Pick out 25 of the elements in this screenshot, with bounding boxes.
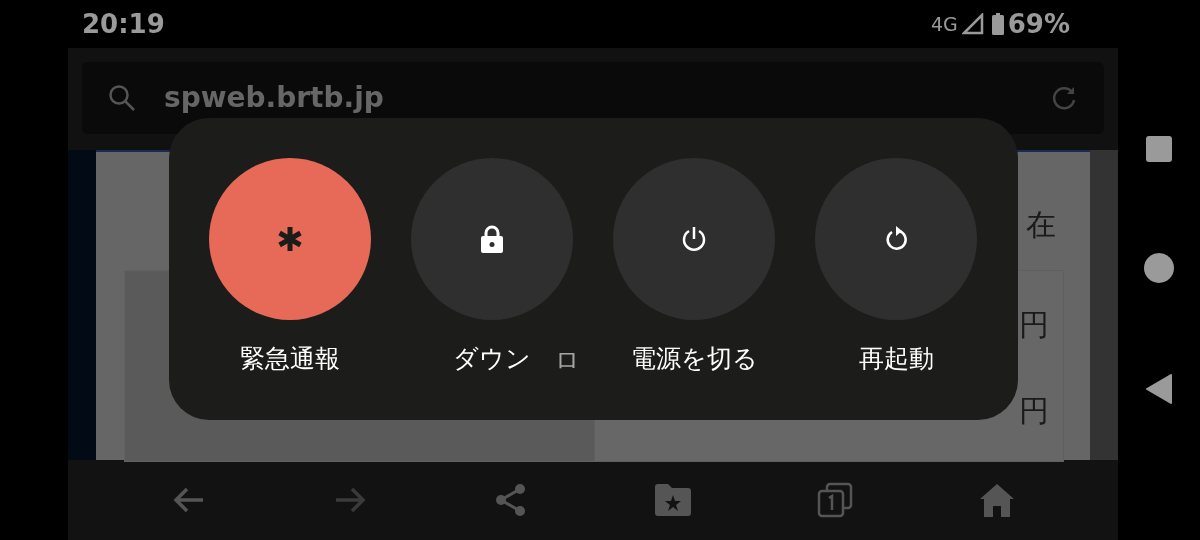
asterisk-icon xyxy=(276,225,304,253)
home-button[interactable] xyxy=(1144,253,1174,283)
signal-icon xyxy=(961,13,984,35)
search-icon xyxy=(108,84,136,112)
action-label: ダウン xyxy=(453,343,531,375)
lock-icon xyxy=(480,225,504,253)
reload-icon[interactable] xyxy=(1050,84,1078,112)
battery-icon xyxy=(991,13,1004,35)
bookmark-folder-icon[interactable] xyxy=(653,483,692,517)
url-text: spweb.brtb.jp xyxy=(164,80,384,116)
power-icon xyxy=(680,225,708,253)
page-heading: 在 xyxy=(1026,206,1056,244)
action-label: 緊急通報 xyxy=(240,343,340,375)
clock: 20:19 xyxy=(82,7,165,41)
tabs-icon[interactable] xyxy=(816,482,853,518)
label-fragment: ロ xyxy=(555,345,580,376)
action-label: 再起動 xyxy=(858,343,934,375)
price-unit: 円 xyxy=(1019,306,1049,344)
recents-button[interactable] xyxy=(1146,135,1172,162)
restart-icon xyxy=(883,225,909,253)
battery-percentage: 69% xyxy=(1007,7,1070,41)
price-unit: 円 xyxy=(1019,392,1049,430)
back-button[interactable] xyxy=(1146,374,1172,405)
action-label: 電源を切る xyxy=(630,343,758,375)
network-type: 4G xyxy=(930,11,958,37)
